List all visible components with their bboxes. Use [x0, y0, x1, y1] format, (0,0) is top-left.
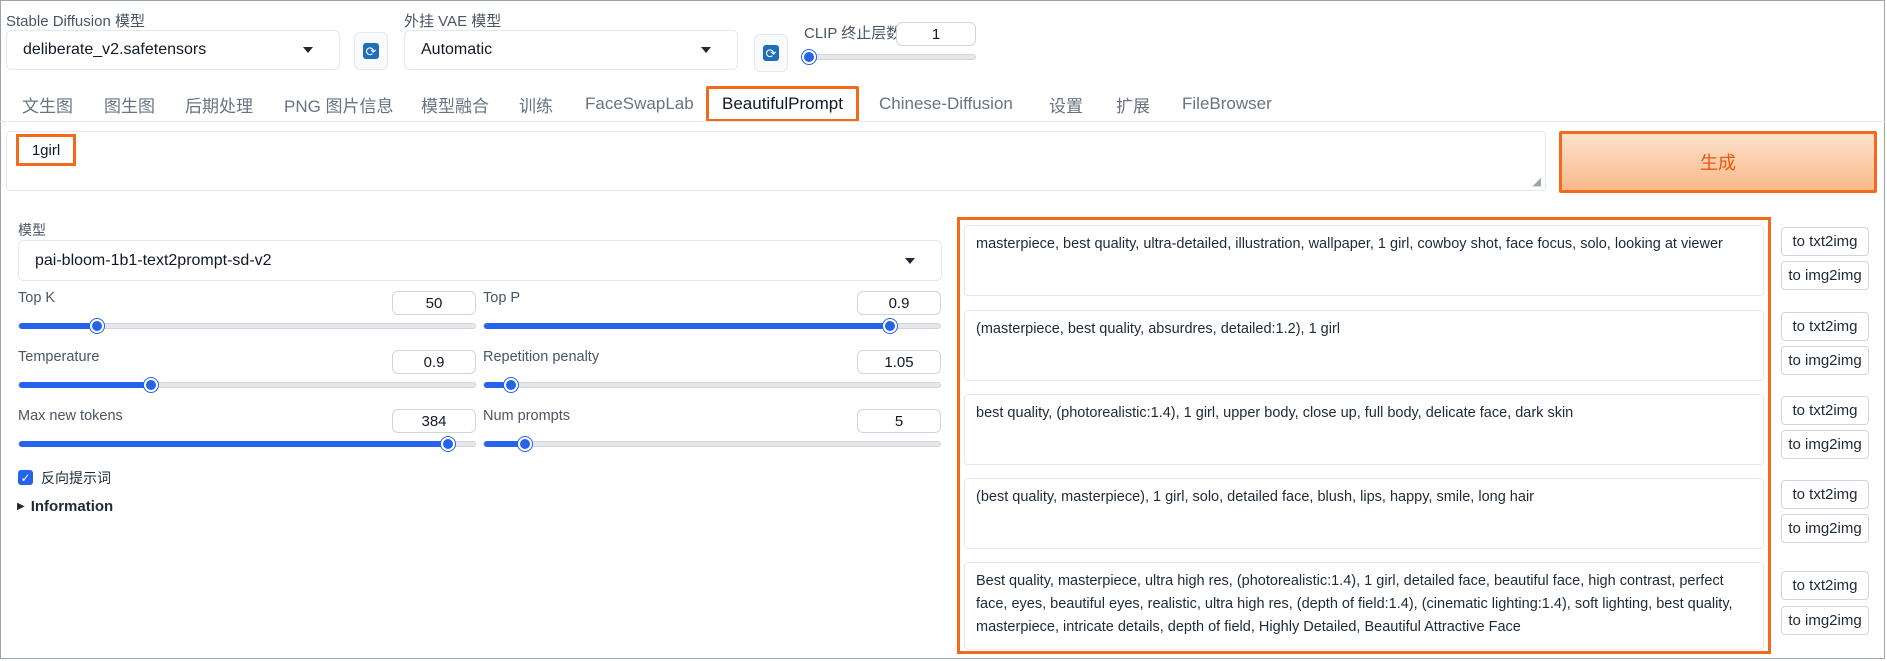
tab-divider: [0, 121, 1885, 122]
sd-model-label: Stable Diffusion 模型: [6, 13, 145, 30]
repetition-penalty-label: Repetition penalty: [483, 349, 600, 365]
slider-fill: [19, 382, 152, 388]
resize-handle-icon[interactable]: ◢: [1533, 175, 1541, 188]
result-prompt-4[interactable]: (best quality, masterpiece), 1 girl, sol…: [964, 478, 1764, 549]
prompt-textarea[interactable]: 1girl ◢: [6, 131, 1546, 191]
max-new-tokens-label: Max new tokens: [18, 408, 123, 424]
tab--4[interactable]: 模型融合: [421, 86, 489, 122]
slider-thumb[interactable]: [802, 50, 816, 64]
num-prompts-input[interactable]: 5: [857, 409, 941, 433]
top-k-label: Top K: [18, 290, 56, 306]
generate-button[interactable]: 生成: [1559, 131, 1877, 193]
top-k-input[interactable]: 50: [392, 291, 476, 315]
vae-model-label: 外挂 VAE 模型: [404, 13, 502, 30]
slider-thumb[interactable]: [89, 319, 104, 333]
refresh-icon: ⟳: [363, 43, 379, 59]
clip-skip-label: CLIP 终止层数: [804, 25, 902, 42]
result-prompt-3[interactable]: best quality, (photorealistic:1.4), 1 gi…: [964, 394, 1764, 465]
top-k-slider[interactable]: [18, 319, 476, 333]
main-tabs: 文生图 图生图 后期处理 PNG 图片信息 模型融合 训练 FaceSwapLab Beaut…: [0, 86, 1885, 122]
max-new-tokens-input[interactable]: 384: [392, 409, 476, 433]
sd-model-value: deliberate_v2.safetensors: [23, 41, 207, 58]
send-to-txt2img-button[interactable]: to txt2img: [1781, 571, 1869, 600]
model-select[interactable]: pai-bloom-1b1-text2prompt-sd-v2: [18, 240, 942, 281]
slider-fill: [19, 323, 97, 329]
information-accordion[interactable]: ▶ Information: [17, 498, 113, 515]
repetition-penalty-slider[interactable]: [483, 378, 941, 392]
vae-model-select[interactable]: Automatic: [404, 30, 738, 70]
clip-skip-input[interactable]: 1: [896, 22, 976, 46]
chevron-down-icon: [303, 47, 313, 53]
slider-thumb[interactable]: [518, 437, 533, 451]
send-to-img2img-button[interactable]: to img2img: [1781, 606, 1869, 635]
num-prompts-slider[interactable]: [483, 437, 941, 451]
temperature-slider[interactable]: [18, 378, 476, 392]
model-label: 模型: [18, 222, 46, 238]
temperature-label: Temperature: [18, 349, 100, 365]
slider-thumb[interactable]: [440, 437, 455, 451]
chevron-down-icon: [905, 257, 915, 264]
result-prompt-5[interactable]: Best quality, masterpiece, ultra high re…: [964, 562, 1764, 650]
tab-faceswaplab6[interactable]: FaceSwapLab: [585, 86, 694, 122]
clip-skip-slider[interactable]: [802, 50, 976, 64]
refresh-sd-model-button[interactable]: ⟳: [354, 32, 388, 70]
send-to-img2img-button[interactable]: to img2img: [1781, 261, 1869, 290]
tab--9[interactable]: 设置: [1049, 86, 1083, 122]
result-prompt-2[interactable]: (masterpiece, best quality, absurdres, d…: [964, 310, 1764, 381]
result-prompt-1[interactable]: masterpiece, best quality, ultra-detaile…: [964, 225, 1764, 296]
send-to-img2img-button[interactable]: to img2img: [1781, 430, 1869, 459]
send-to-txt2img-button[interactable]: to txt2img: [1781, 396, 1869, 425]
refresh-vae-button[interactable]: ⟳: [754, 34, 788, 72]
temperature-input[interactable]: 0.9: [392, 350, 476, 374]
top-p-label: Top P: [483, 290, 521, 306]
send-to-txt2img-button[interactable]: to txt2img: [1781, 227, 1869, 256]
repetition-penalty-input[interactable]: 1.05: [857, 350, 941, 374]
top-p-input[interactable]: 0.9: [857, 291, 941, 315]
information-label: Information: [30, 498, 114, 515]
slider-thumb[interactable]: [882, 319, 897, 333]
chevron-down-icon: [701, 47, 711, 53]
tab--10[interactable]: 扩展: [1116, 86, 1150, 122]
send-to-img2img-button[interactable]: to img2img: [1781, 514, 1869, 543]
send-to-txt2img-button[interactable]: to txt2img: [1781, 480, 1869, 509]
tab--1[interactable]: 图生图: [104, 86, 155, 122]
tab--0[interactable]: 文生图: [22, 86, 73, 122]
tab--2[interactable]: 后期处理: [185, 86, 253, 122]
num-prompts-label: Num prompts: [483, 408, 571, 424]
negative-prompt-label: 反向提示词: [41, 470, 111, 486]
caret-right-icon: ▶: [17, 501, 25, 512]
tab-beautifulprompt7[interactable]: BeautifulPrompt: [706, 86, 859, 122]
slider-fill: [484, 323, 890, 329]
tab--5[interactable]: 训练: [519, 86, 553, 122]
send-to-img2img-button[interactable]: to img2img: [1781, 346, 1869, 375]
send-to-txt2img-button[interactable]: to txt2img: [1781, 312, 1869, 341]
negative-prompt-checkbox[interactable]: ✓: [18, 470, 33, 485]
vae-model-value: Automatic: [421, 41, 493, 58]
tab-chinese-diffusion8[interactable]: Chinese-Diffusion: [879, 86, 1013, 122]
tab-png-3[interactable]: PNG 图片信息: [284, 86, 394, 122]
prompt-input-value: 1girl: [16, 134, 76, 166]
sd-model-select[interactable]: deliberate_v2.safetensors: [6, 30, 340, 70]
max-new-tokens-slider[interactable]: [18, 437, 476, 451]
top-p-slider[interactable]: [483, 319, 941, 333]
model-value: pai-bloom-1b1-text2prompt-sd-v2: [35, 251, 272, 269]
tab-filebrowser11[interactable]: FileBrowser: [1182, 86, 1272, 122]
slider-fill: [19, 441, 448, 447]
refresh-icon: ⟳: [763, 45, 779, 61]
